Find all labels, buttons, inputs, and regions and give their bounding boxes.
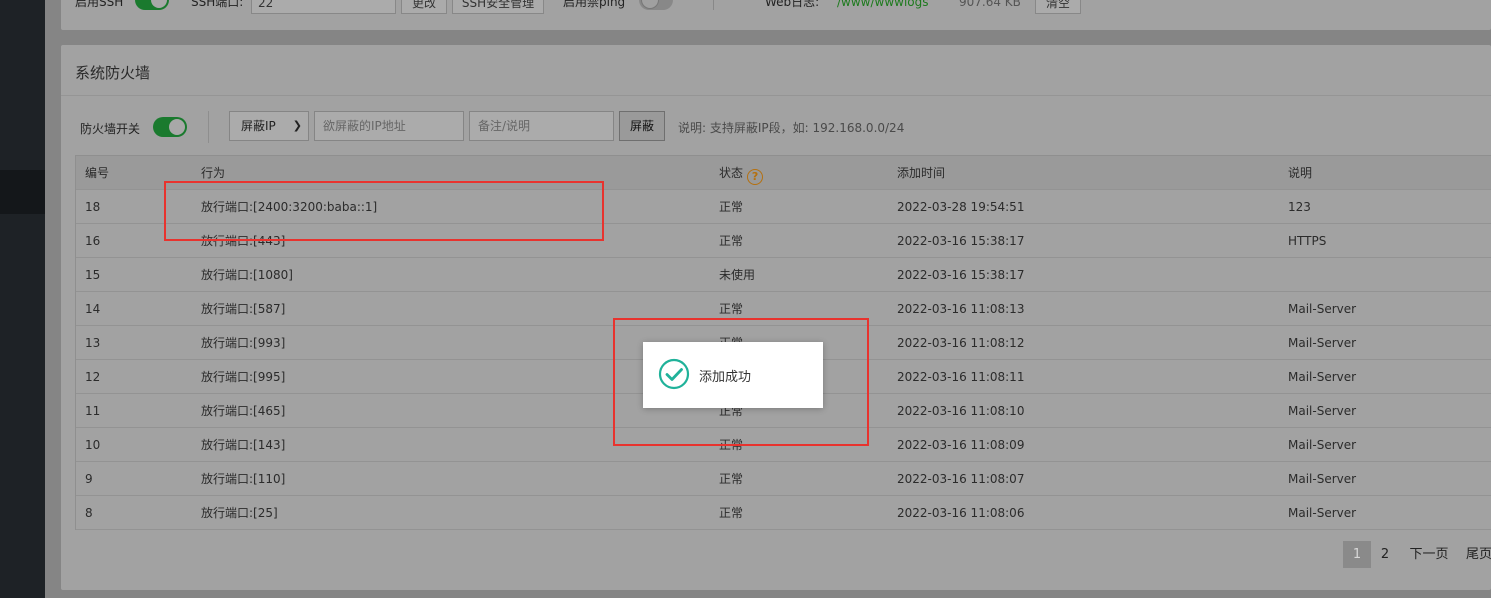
cell-status: 正常 — [719, 472, 744, 486]
help-icon[interactable]: ? — [747, 169, 764, 185]
sidebar-active-item[interactable] — [0, 170, 45, 214]
web-log-size: 907.64 KB — [959, 0, 1021, 9]
cell-status: 正常 — [719, 506, 744, 520]
cell-id: 15 — [85, 268, 101, 282]
cell-id: 11 — [85, 404, 101, 418]
page-1-button[interactable]: 1 — [1343, 541, 1371, 568]
web-log-path[interactable]: /www/wwwlogs — [837, 0, 929, 10]
cell-note: Mail-Server — [1288, 336, 1357, 350]
ip-address-input[interactable]: 欲屏蔽的IP地址 — [314, 111, 464, 141]
table-row: 15 放行端口:[1080] 未使用 2022-03-16 15:38:17 — [76, 258, 1491, 292]
table-row: 8 放行端口:[25] 正常 2022-03-16 11:08:06 Mail-Serv… — [76, 496, 1491, 530]
block-button[interactable]: 屏蔽 — [619, 111, 665, 141]
toast-message: 添加成功 — [699, 370, 752, 385]
cell-time: 2022-03-16 11:08:12 — [897, 336, 1025, 350]
cell-status: 未使用 — [719, 268, 756, 282]
page-2-button[interactable]: 2 — [1371, 541, 1399, 568]
cell-time: 2022-03-16 11:08:10 — [897, 404, 1025, 418]
cell-action: 放行端口:[993] — [201, 336, 286, 350]
last-page-button[interactable]: 尾页 — [1459, 541, 1491, 568]
check-circle-icon — [658, 358, 690, 390]
cell-note: Mail-Server — [1288, 438, 1357, 452]
change-port-button[interactable]: 更改 — [401, 0, 447, 14]
ping-toggle[interactable] — [639, 0, 673, 10]
annotation-box-row — [164, 181, 604, 241]
cell-time: 2022-03-16 11:08:06 — [897, 506, 1025, 520]
firewall-toggle[interactable] — [153, 117, 187, 137]
cell-note: 123 — [1288, 200, 1311, 214]
cell-time: 2022-03-16 15:38:17 — [897, 268, 1025, 282]
hint-text: 说明: 支持屏蔽IP段，如: 192.168.0.0/24 — [678, 121, 905, 135]
cell-note: Mail-Server — [1288, 302, 1357, 316]
cell-note: Mail-Server — [1288, 472, 1357, 486]
cell-action: 放行端口:[995] — [201, 370, 286, 384]
cell-action: 放行端口:[143] — [201, 438, 286, 452]
header-status: 状态? — [719, 156, 764, 190]
sidebar — [0, 0, 45, 598]
settings-panel: 启用SSH SSH端口: 22 更改 SSH安全管理 启用禁ping Web日志… — [61, 0, 1491, 30]
cell-action: 放行端口:[110] — [201, 472, 286, 486]
cell-time: 2022-03-28 19:54:51 — [897, 200, 1025, 214]
panel-title: 系统防火墙 — [75, 64, 151, 82]
chevron-down-icon: ❯ — [292, 119, 302, 132]
cell-time: 2022-03-16 11:08:07 — [897, 472, 1025, 486]
cell-time: 2022-03-16 11:08:13 — [897, 302, 1025, 316]
success-toast: 添加成功 — [643, 342, 823, 408]
cell-id: 18 — [85, 200, 101, 214]
cell-time: 2022-03-16 11:08:11 — [897, 370, 1025, 384]
next-page-button[interactable]: 下一页 — [1399, 541, 1459, 568]
cell-id: 13 — [85, 336, 101, 350]
rule-type-select[interactable]: 屏蔽IP ❯ — [229, 111, 309, 141]
cell-id: 8 — [85, 506, 93, 520]
rule-type-value: 屏蔽IP — [241, 119, 276, 133]
cell-id: 12 — [85, 370, 101, 384]
cell-action: 放行端口:[1080] — [201, 268, 293, 282]
ssh-enable-label: 启用SSH — [75, 0, 124, 9]
web-log-label: Web日志: — [765, 0, 820, 9]
header-note: 说明 — [1288, 166, 1313, 180]
ssh-security-button[interactable]: SSH安全管理 — [452, 0, 544, 14]
clear-log-button[interactable]: 清空 — [1035, 0, 1081, 14]
cell-time: 2022-03-16 15:38:17 — [897, 234, 1025, 248]
cell-note: Mail-Server — [1288, 506, 1357, 520]
cell-action: 放行端口:[465] — [201, 404, 286, 418]
header-time: 添加时间 — [897, 166, 946, 180]
cell-action: 放行端口:[587] — [201, 302, 286, 316]
header-id: 编号 — [85, 166, 110, 180]
cell-note: HTTPS — [1288, 234, 1327, 248]
cell-time: 2022-03-16 11:08:09 — [897, 438, 1025, 452]
cell-id: 10 — [85, 438, 101, 452]
ssh-port-label: SSH端口: — [191, 0, 244, 9]
table-row: 9 放行端口:[110] 正常 2022-03-16 11:08:07 Mail-Ser… — [76, 462, 1491, 496]
note-input[interactable]: 备注/说明 — [469, 111, 614, 141]
cell-id: 14 — [85, 302, 101, 316]
cell-action: 放行端口:[25] — [201, 506, 278, 520]
cell-note: Mail-Server — [1288, 370, 1357, 384]
ssh-port-input[interactable]: 22 — [251, 0, 396, 14]
cell-note: Mail-Server — [1288, 404, 1357, 418]
cell-status: 正常 — [719, 200, 744, 214]
cell-id: 9 — [85, 472, 93, 486]
cell-id: 16 — [85, 234, 101, 248]
cell-status: 正常 — [719, 234, 744, 248]
ping-label: 启用禁ping — [563, 0, 626, 9]
ssh-toggle[interactable] — [135, 0, 169, 10]
firewall-switch-label: 防火墙开关 — [80, 122, 141, 136]
